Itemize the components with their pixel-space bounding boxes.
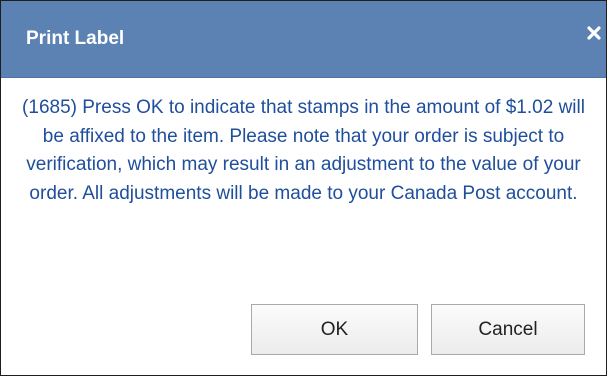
print-label-dialog: Print Label (1685) Press OK to indicate …: [0, 0, 607, 376]
ok-button[interactable]: OK: [251, 304, 418, 355]
dialog-title: Print Label: [26, 28, 125, 49]
cancel-button[interactable]: Cancel: [431, 304, 585, 355]
dialog-titlebar: Print Label: [1, 1, 606, 78]
dialog-message: (1685) Press OK to indicate that stamps …: [22, 97, 585, 204]
close-icon[interactable]: [585, 23, 603, 43]
